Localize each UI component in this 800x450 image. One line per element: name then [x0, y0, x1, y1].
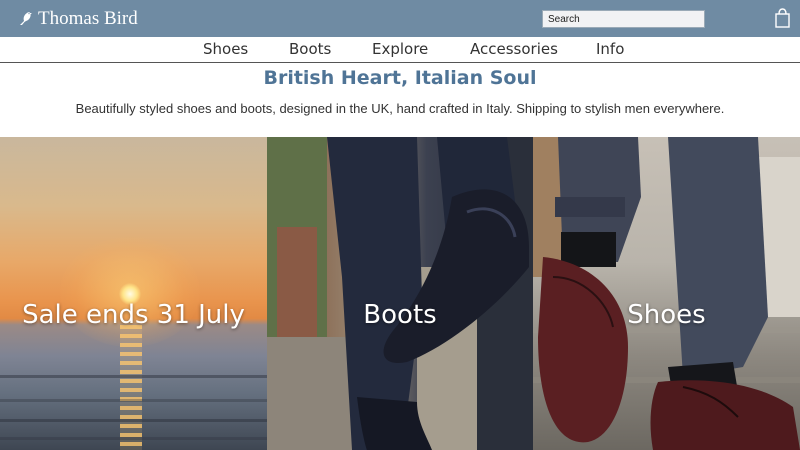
bird-icon [18, 11, 34, 27]
top-bar: Thomas Bird [0, 0, 800, 37]
nav-item-accessories[interactable]: Accessories [470, 40, 558, 58]
nav-item-shoes[interactable]: Shoes [203, 40, 248, 58]
shoes-image [533, 137, 800, 450]
tile-shoes[interactable]: Shoes [533, 137, 800, 450]
tile-label-shoes: Shoes [627, 300, 706, 330]
search-input[interactable] [542, 10, 705, 28]
nav-item-info[interactable]: Info [596, 40, 624, 58]
nav-item-explore[interactable]: Explore [372, 40, 428, 58]
brand-name: Thomas Bird [38, 8, 138, 29]
main-nav: Shoes Boots Explore Accessories Info [0, 37, 800, 63]
brand-logo[interactable]: Thomas Bird [18, 7, 138, 31]
tile-boots[interactable]: Boots [267, 137, 533, 450]
tile-label-sale: Sale ends 31 July [22, 300, 245, 330]
nav-item-boots[interactable]: Boots [289, 40, 331, 58]
tile-sale[interactable]: Sale ends 31 July [0, 137, 267, 450]
category-tiles: Sale ends 31 July Boots Shoes [0, 137, 800, 450]
shopping-bag-icon[interactable] [774, 8, 791, 28]
boots-image [267, 137, 533, 450]
page-tagline: Beautifully styled shoes and boots, desi… [75, 101, 725, 116]
tile-label-boots: Boots [363, 300, 437, 330]
page-headline: British Heart, Italian Soul [263, 67, 537, 89]
